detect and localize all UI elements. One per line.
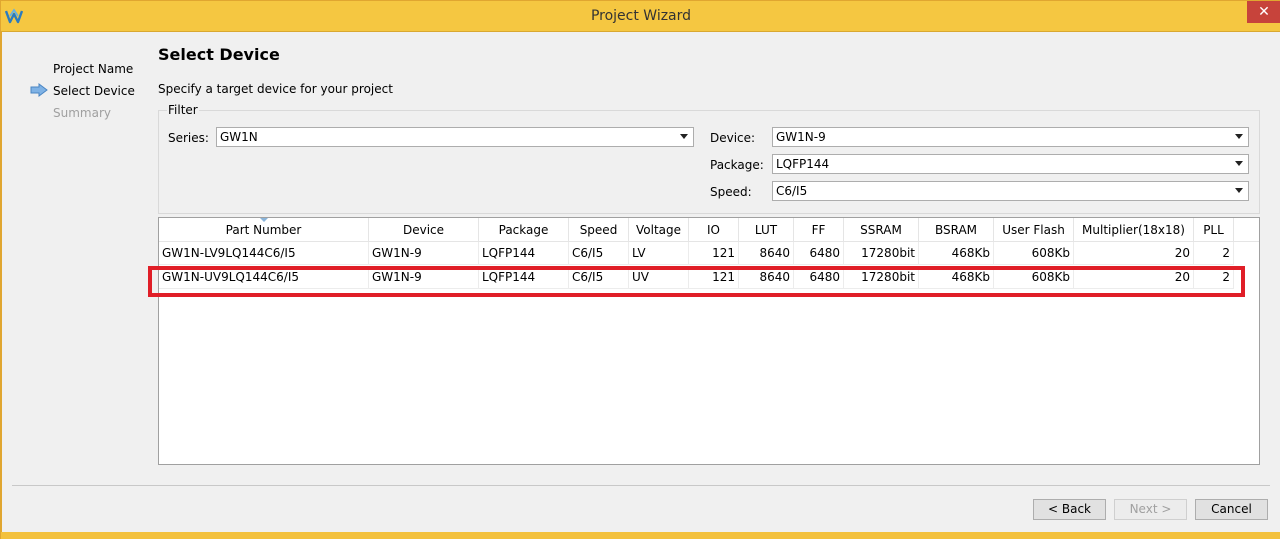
window-title: Project Wizard [590,8,692,24]
back-button[interactable]: < Back [1033,499,1106,520]
table-cell: C6/I5 [569,266,629,289]
table-cell: C6/I5 [569,242,629,265]
table-cell: GW1N-9 [369,242,479,265]
next-button[interactable]: Next > [1114,499,1187,520]
table-cell: 8640 [739,242,794,265]
gowin-logo-icon [5,8,23,24]
chevron-down-icon [680,134,688,139]
column-header[interactable]: LUT [739,218,794,242]
column-header[interactable]: Device [369,218,479,242]
column-header[interactable]: Package [479,218,569,242]
column-header[interactable]: SSRAM [844,218,919,242]
table-cell: UV [629,266,689,289]
table-cell: LQFP144 [479,266,569,289]
chevron-down-icon [1235,161,1243,166]
table-cell: 8640 [739,266,794,289]
device-value: GW1N-9 [776,130,826,144]
column-header[interactable]: IO [689,218,739,242]
table-cell: 121 [689,266,739,289]
table-row[interactable]: GW1N-LV9LQ144C6/I5 GW1N-9 LQFP144 C6/I5 LV 12… [159,242,1259,265]
package-dropdown[interactable]: LQFP144 [772,154,1249,174]
series-dropdown[interactable]: GW1N [216,127,694,147]
table-cell: GW1N-LV9LQ144C6/I5 [159,242,369,265]
table-cell: 2 [1194,266,1234,289]
device-table[interactable]: Part Number Device Package Speed Voltage IO LU… [158,217,1260,465]
page-title: Select Device [158,45,280,64]
table-cell: 468Kb [919,266,994,289]
chevron-down-icon [1235,134,1243,139]
window-bottom-border [1,532,1280,539]
page-subtitle: Specify a target device for your project [158,82,393,96]
close-button[interactable]: ✕ [1247,1,1280,23]
project-wizard-window: Project Wizard ✕ Project Name Select Dev… [0,0,1280,539]
filter-label: Filter [167,103,199,117]
column-header[interactable]: User Flash [994,218,1074,242]
column-header[interactable]: FF [794,218,844,242]
table-header: Part Number Device Package Speed Voltage IO LU… [159,218,1259,242]
package-value: LQFP144 [776,157,830,171]
column-header[interactable]: PLL [1194,218,1234,242]
current-step-arrow-icon [30,83,48,97]
step-project-name: Project Name [53,62,134,76]
speed-label: Speed: [710,185,752,199]
speed-value: C6/I5 [776,184,808,198]
table-cell: GW1N-9 [369,266,479,289]
step-summary: Summary [53,106,111,120]
table-cell: LQFP144 [479,242,569,265]
table-cell: LV [629,242,689,265]
device-label: Device: [710,131,756,145]
package-label: Package: [710,158,764,172]
table-cell: 17280bit [844,242,919,265]
column-header[interactable]: BSRAM [919,218,994,242]
step-select-device: Select Device [53,84,135,98]
cancel-button[interactable]: Cancel [1195,499,1268,520]
series-label: Series: [168,131,209,145]
table-cell: 20 [1074,266,1194,289]
table-cell: 121 [689,242,739,265]
column-header[interactable]: Multiplier(18x18) [1074,218,1194,242]
column-header[interactable]: Voltage [629,218,689,242]
column-header[interactable]: Part Number [159,218,369,242]
wizard-content: Project Name Select Device Summary Selec… [1,32,1280,532]
device-dropdown[interactable]: GW1N-9 [772,127,1249,147]
divider [12,485,1270,486]
table-cell: 468Kb [919,242,994,265]
column-header[interactable]: Speed [569,218,629,242]
table-cell: 608Kb [994,266,1074,289]
table-cell: GW1N-UV9LQ144C6/I5 [159,266,369,289]
series-value: GW1N [220,130,258,144]
table-cell: 608Kb [994,242,1074,265]
title-bar[interactable]: Project Wizard ✕ [1,1,1280,32]
table-row[interactable]: GW1N-UV9LQ144C6/I5 GW1N-9 LQFP144 C6/I5 UV 12… [159,266,1259,289]
table-cell: 2 [1194,242,1234,265]
table-cell: 6480 [794,266,844,289]
speed-dropdown[interactable]: C6/I5 [772,181,1249,201]
table-cell: 17280bit [844,266,919,289]
table-cell: 6480 [794,242,844,265]
chevron-down-icon [1235,188,1243,193]
table-cell: 20 [1074,242,1194,265]
